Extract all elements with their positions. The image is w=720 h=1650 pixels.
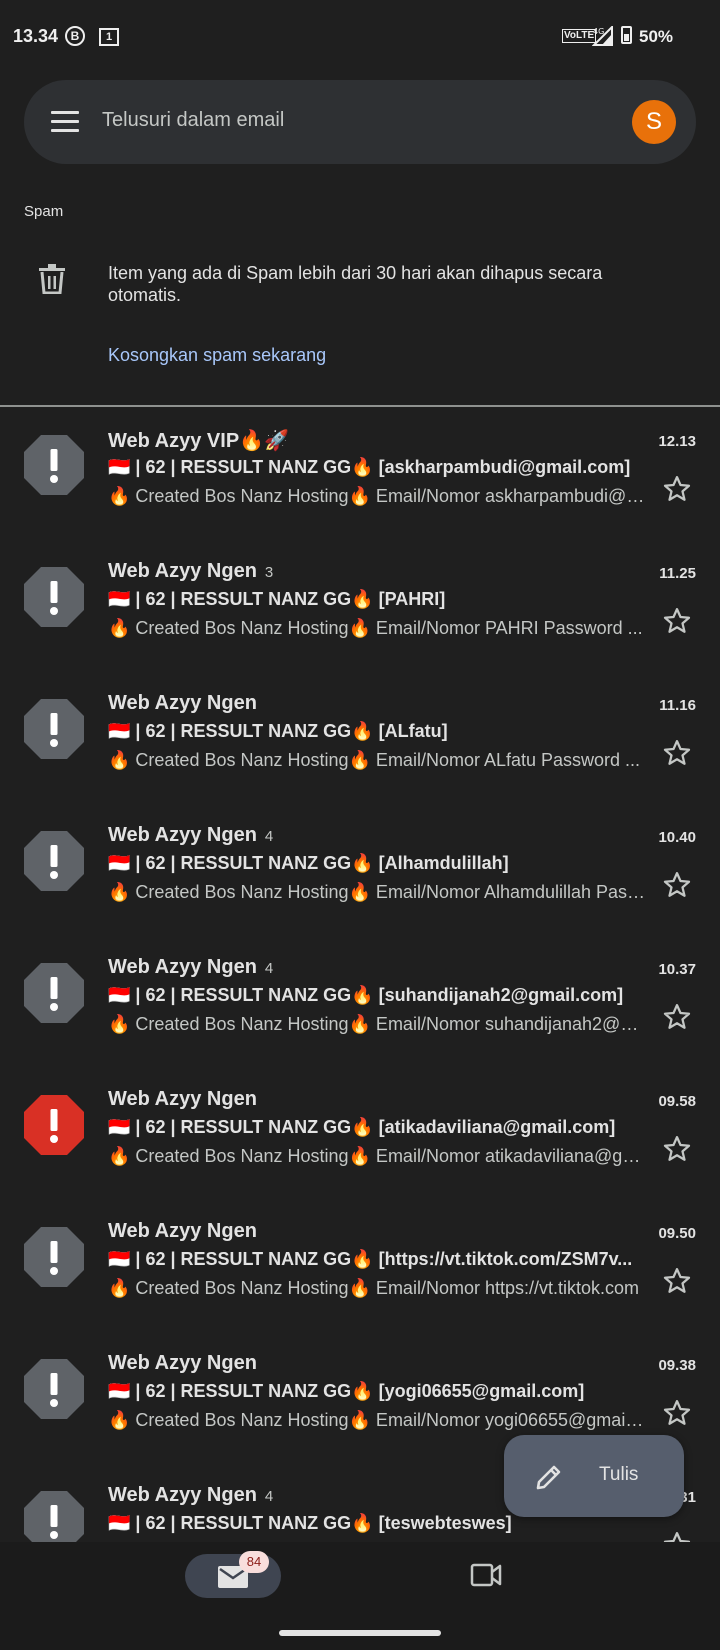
network-type: 4G bbox=[593, 27, 604, 36]
message-row[interactable]: Web Azyy Ngen 09.58 🇮🇩 | 62 | RESSULT NA… bbox=[0, 1068, 720, 1200]
message-subject: 🇮🇩 | 62 | RESSULT NANZ GG🔥 [PAHRI] bbox=[108, 589, 446, 609]
spam-warning-icon[interactable] bbox=[23, 698, 85, 760]
message-sender: Web Azyy VIP🔥🚀 bbox=[108, 428, 297, 453]
message-subject: 🇮🇩 | 62 | RESSULT NANZ GG🔥 [askharpambud… bbox=[108, 457, 631, 477]
home-indicator[interactable] bbox=[279, 1630, 441, 1636]
sender-name: Web Azyy VIP🔥🚀 bbox=[108, 430, 289, 452]
sender-name: Web Azyy Ngen bbox=[108, 956, 257, 978]
message-time: 09.38 bbox=[658, 1357, 696, 1374]
star-icon[interactable] bbox=[662, 606, 692, 636]
sender-name: Web Azyy Ngen bbox=[108, 1220, 257, 1242]
message-sender: Web Azyy Ngen bbox=[108, 1088, 265, 1111]
message-time: 09.58 bbox=[658, 1093, 696, 1110]
message-snippet: 🔥 Created Bos Nanz Hosting🔥 Email/Nomor … bbox=[108, 1014, 646, 1034]
message-row[interactable]: Web Azyy Ngen 3 11.25 🇮🇩 | 62 | RESSULT N… bbox=[0, 540, 720, 672]
battery-icon bbox=[621, 26, 632, 44]
spam-warning-icon[interactable] bbox=[23, 1094, 85, 1156]
message-time: 10.37 bbox=[658, 961, 696, 978]
message-sender: Web Azyy Ngen 4 bbox=[108, 956, 273, 979]
spam-warning-icon[interactable] bbox=[23, 962, 85, 1024]
status-bar: 13.34 B 1 VoLTE 4G 50% bbox=[0, 0, 720, 74]
message-subject: 🇮🇩 | 62 | RESSULT NANZ GG🔥 [yogi06655@gm… bbox=[108, 1381, 585, 1401]
search-input[interactable]: Telusuri dalam email bbox=[102, 109, 284, 132]
thread-count: 4 bbox=[264, 960, 274, 977]
message-snippet: 🔥 Created Bos Nanz Hosting🔥 Email/Nomor … bbox=[108, 882, 646, 902]
message-row[interactable]: Web Azyy Ngen 4 10.40 🇮🇩 | 62 | RESSULT N… bbox=[0, 804, 720, 936]
message-sender: Web Azyy Ngen bbox=[108, 1352, 265, 1375]
bottom-navigation: 84 bbox=[0, 1542, 720, 1650]
sender-name: Web Azyy Ngen bbox=[108, 1088, 257, 1110]
message-subject: 🇮🇩 | 62 | RESSULT NANZ GG🔥 [Alhamdulilla… bbox=[108, 853, 509, 873]
message-sender: Web Azyy Ngen bbox=[108, 1220, 265, 1243]
compose-button[interactable]: Tulis bbox=[504, 1435, 684, 1517]
sender-name: Web Azyy Ngen bbox=[108, 560, 257, 582]
signal-icon: 4G bbox=[592, 26, 613, 46]
calendar-notification-icon: 1 bbox=[99, 28, 119, 46]
star-icon[interactable] bbox=[662, 738, 692, 768]
star-icon[interactable] bbox=[662, 1002, 692, 1032]
message-subject: 🇮🇩 | 62 | RESSULT NANZ GG🔥 [atikadavilia… bbox=[108, 1117, 616, 1137]
message-time: 09.50 bbox=[658, 1225, 696, 1242]
battery-percent: 50% bbox=[639, 27, 674, 46]
message-sender: Web Azyy Ngen bbox=[108, 692, 265, 715]
message-row[interactable]: Web Azyy Ngen 09.50 🇮🇩 | 62 | RESSULT NA… bbox=[0, 1200, 720, 1332]
message-row[interactable]: Web Azyy Ngen 4 10.37 🇮🇩 | 62 | RESSULT N… bbox=[0, 936, 720, 1068]
star-icon[interactable] bbox=[662, 1398, 692, 1428]
pencil-icon bbox=[536, 1465, 561, 1490]
message-time: 11.25 bbox=[659, 565, 696, 582]
thread-count: 4 bbox=[264, 828, 274, 845]
message-snippet: 🔥 Created Bos Nanz Hosting🔥 Email/Nomor … bbox=[108, 1278, 639, 1298]
divider bbox=[0, 405, 720, 407]
star-icon[interactable] bbox=[662, 474, 692, 504]
spam-notice-text: Item yang ada di Spam lebih dari 30 hari… bbox=[108, 263, 603, 305]
b-notification-icon: B bbox=[65, 26, 85, 46]
message-snippet: 🔥 Created Bos Nanz Hosting🔥 Email/Nomor … bbox=[108, 618, 643, 638]
compose-label: Tulis bbox=[599, 1464, 639, 1485]
video-camera-icon[interactable] bbox=[470, 1562, 502, 1588]
account-avatar[interactable]: S bbox=[632, 100, 676, 144]
mail-unread-badge: 84 bbox=[239, 1551, 269, 1573]
star-icon[interactable] bbox=[662, 870, 692, 900]
message-snippet: 🔥 Created Bos Nanz Hosting🔥 Email/Nomor … bbox=[108, 1410, 646, 1430]
message-sender: Web Azyy Ngen 4 bbox=[108, 824, 273, 847]
spam-warning-icon[interactable] bbox=[23, 1226, 85, 1288]
folder-label: Spam bbox=[24, 203, 64, 220]
trash-icon bbox=[39, 264, 65, 294]
sender-name: Web Azyy Ngen bbox=[108, 692, 257, 714]
empty-spam-button[interactable]: Kosongkan spam sekarang bbox=[108, 345, 326, 366]
menu-icon[interactable] bbox=[51, 111, 79, 133]
message-row[interactable]: Web Azyy Ngen 11.16 🇮🇩 | 62 | RESSULT NA… bbox=[0, 672, 720, 804]
sender-name: Web Azyy Ngen bbox=[108, 1352, 257, 1374]
message-snippet: 🔥 Created Bos Nanz Hosting🔥 Email/Nomor … bbox=[108, 1146, 646, 1166]
message-snippet: 🔥 Created Bos Nanz Hosting🔥 Email/Nomor … bbox=[108, 750, 641, 770]
sender-name: Web Azyy Ngen bbox=[108, 1484, 257, 1506]
message-sender: Web Azyy Ngen 3 bbox=[108, 560, 273, 583]
message-sender: Web Azyy Ngen 4 bbox=[108, 1484, 273, 1507]
thread-count: 3 bbox=[264, 564, 274, 581]
star-icon[interactable] bbox=[662, 1266, 692, 1296]
spam-warning-icon[interactable] bbox=[23, 830, 85, 892]
message-time: 11.16 bbox=[659, 697, 696, 714]
message-subject: 🇮🇩 | 62 | RESSULT NANZ GG🔥 [suhandijanah… bbox=[108, 985, 624, 1005]
spam-warning-icon[interactable] bbox=[23, 1358, 85, 1420]
spam-warning-icon[interactable] bbox=[23, 434, 85, 496]
sender-name: Web Azyy Ngen bbox=[108, 824, 257, 846]
message-subject: 🇮🇩 | 62 | RESSULT NANZ GG🔥 [https://vt.t… bbox=[108, 1249, 633, 1269]
message-subject: 🇮🇩 | 62 | RESSULT NANZ GG🔥 [ALfatu] bbox=[108, 721, 448, 741]
message-time: 10.40 bbox=[658, 829, 696, 846]
message-snippet: 🔥 Created Bos Nanz Hosting🔥 Email/Nomor … bbox=[108, 486, 646, 506]
spam-warning-icon[interactable] bbox=[23, 566, 85, 628]
message-row[interactable]: Web Azyy VIP🔥🚀 12.13 🇮🇩 | 62 | RESSULT N… bbox=[0, 408, 720, 540]
thread-count: 4 bbox=[264, 1488, 274, 1505]
search-bar[interactable]: Telusuri dalam email S bbox=[24, 80, 696, 164]
star-icon[interactable] bbox=[662, 1134, 692, 1164]
message-time: 12.13 bbox=[658, 433, 696, 450]
status-time: 13.34 bbox=[13, 26, 59, 46]
